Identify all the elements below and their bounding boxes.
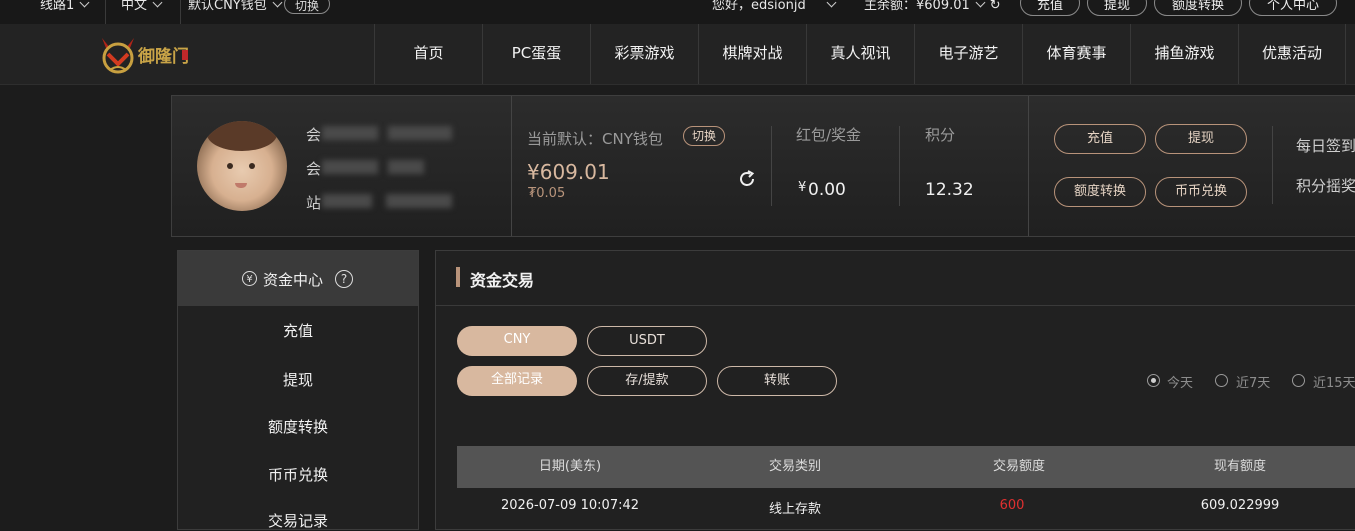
top-transfer-button[interactable]: 额度转换	[1154, 0, 1242, 16]
avatar-eye	[227, 163, 233, 169]
points-value: 12.32	[925, 180, 974, 200]
col-amount: 交易额度	[992, 459, 1045, 474]
nav-home[interactable]: 首页	[374, 24, 482, 84]
redacted-text	[322, 194, 372, 208]
cell-balance: 609.022999	[1200, 498, 1280, 513]
divider	[105, 0, 106, 24]
title-accent-bar	[456, 267, 460, 287]
col-balance: 现有额度	[1213, 459, 1266, 474]
radio-7days-label: 近7天	[1236, 376, 1271, 391]
sidebar-item-transfer[interactable]: 额度转换	[178, 416, 418, 437]
redacted-text	[386, 194, 452, 208]
top-profile-button[interactable]: 个人中心	[1249, 0, 1337, 16]
line-selector[interactable]: 线路1	[40, 0, 90, 13]
points-lottery-link[interactable]: 积分摇奖	[1296, 175, 1355, 196]
redacted-text	[388, 160, 424, 174]
sidebar-title: 资金中心	[263, 271, 324, 289]
chevron-down-icon	[79, 0, 90, 8]
divider	[899, 126, 900, 206]
top-deposit-button[interactable]: 充值	[1020, 0, 1080, 16]
refresh-icon[interactable]	[737, 169, 757, 189]
divider	[180, 0, 181, 24]
nav-sports[interactable]: 体育赛事	[1022, 24, 1130, 84]
card-transfer-button[interactable]: 额度转换	[1054, 177, 1146, 207]
radio-15days[interactable]	[1292, 374, 1305, 387]
chevron-down-icon	[272, 0, 283, 8]
main-balance: 主余额：¥609.01 ↻	[864, 0, 1001, 13]
panel-title: 资金交易	[470, 271, 535, 290]
radio-today[interactable]	[1147, 374, 1160, 387]
divider	[1028, 96, 1029, 236]
site-label: 站	[306, 194, 322, 212]
redacted-text	[388, 126, 452, 140]
help-icon[interactable]: ?	[335, 270, 353, 288]
nav-chess[interactable]: 棋牌对战	[698, 24, 806, 84]
chevron-down-icon	[152, 0, 163, 8]
radio-7days[interactable]	[1215, 374, 1228, 387]
tab-usdt[interactable]: USDT	[587, 326, 707, 356]
divider	[436, 305, 1355, 306]
top-withdraw-button[interactable]: 提现	[1087, 0, 1147, 16]
tab-transfer[interactable]: 转账	[717, 366, 837, 396]
daily-signin-link[interactable]: 每日签到	[1296, 135, 1355, 156]
col-date: 日期(美东)	[538, 459, 602, 474]
logo-seal	[182, 50, 188, 60]
redacted-text	[322, 126, 378, 140]
redacted-text	[322, 160, 378, 174]
wallet-switch-button[interactable]: 切换	[284, 0, 330, 14]
nav-pc-egg[interactable]: PC蛋蛋	[482, 24, 590, 84]
profile-switch-button[interactable]: 切换	[683, 126, 725, 146]
redpack-value: 0.00	[808, 180, 846, 200]
avatar[interactable]	[197, 121, 287, 211]
redpack-currency: ¥	[798, 180, 807, 195]
language-selector[interactable]: 中文	[121, 0, 163, 13]
points-label: 积分	[925, 126, 956, 144]
avatar-eye	[249, 163, 255, 169]
chevron-down-icon	[975, 0, 986, 8]
greeting-menu[interactable]: 您好，edsionjd	[712, 0, 837, 13]
card-coin-exchange-button[interactable]: 币币兑换	[1155, 177, 1247, 207]
tab-all-records[interactable]: 全部记录	[457, 366, 577, 396]
site-logo[interactable]: 御隆门	[98, 34, 193, 76]
cell-amount: 600	[999, 498, 1025, 513]
wallet-amount: ¥609.01	[527, 160, 610, 184]
logo-emblem-icon	[102, 38, 134, 74]
avatar-hair	[207, 121, 277, 151]
nav-lottery[interactable]: 彩票游戏	[590, 24, 698, 84]
member-level-label: 会	[306, 160, 322, 178]
col-type: 交易类别	[768, 459, 821, 474]
card-deposit-button[interactable]: 充值	[1054, 124, 1146, 154]
divider	[511, 96, 512, 236]
nav-promotions[interactable]: 优惠活动	[1238, 24, 1346, 84]
sidebar-item-records[interactable]: 交易记录	[178, 510, 418, 531]
default-wallet-selector[interactable]: 默认CNY钱包	[188, 0, 283, 13]
divider	[771, 126, 772, 206]
currency-icon: ¥	[242, 271, 257, 286]
tab-cny[interactable]: CNY	[457, 326, 577, 356]
radio-15days-label: 近15天	[1313, 376, 1355, 391]
cell-type: 线上存款	[768, 502, 821, 517]
sidebar-item-coin-exchange[interactable]: 币币兑换	[178, 464, 418, 485]
tab-deposit-withdraw[interactable]: 存/提款	[587, 366, 707, 396]
radio-today-label: 今天	[1167, 376, 1194, 391]
nav-slots[interactable]: 电子游艺	[914, 24, 1022, 84]
current-wallet-label: 当前默认：CNY钱包	[527, 130, 663, 148]
chevron-down-icon	[826, 0, 837, 8]
sidebar-item-deposit[interactable]: 充值	[178, 320, 418, 341]
sidebar-item-withdraw[interactable]: 提现	[178, 369, 418, 390]
wallet-usdt-amount: ₮0.05	[528, 186, 566, 201]
nav-live[interactable]: 真人视讯	[806, 24, 914, 84]
card-withdraw-button[interactable]: 提现	[1155, 124, 1247, 154]
nav-fishing[interactable]: 捕鱼游戏	[1130, 24, 1238, 84]
avatar-mouth	[235, 183, 247, 188]
redpack-label: 红包/奖金	[796, 126, 862, 144]
cell-date: 2026-07-09 10:07:42	[500, 498, 640, 513]
divider	[1272, 126, 1273, 204]
member-label: 会	[306, 126, 322, 144]
refresh-icon[interactable]: ↻	[990, 0, 1001, 13]
